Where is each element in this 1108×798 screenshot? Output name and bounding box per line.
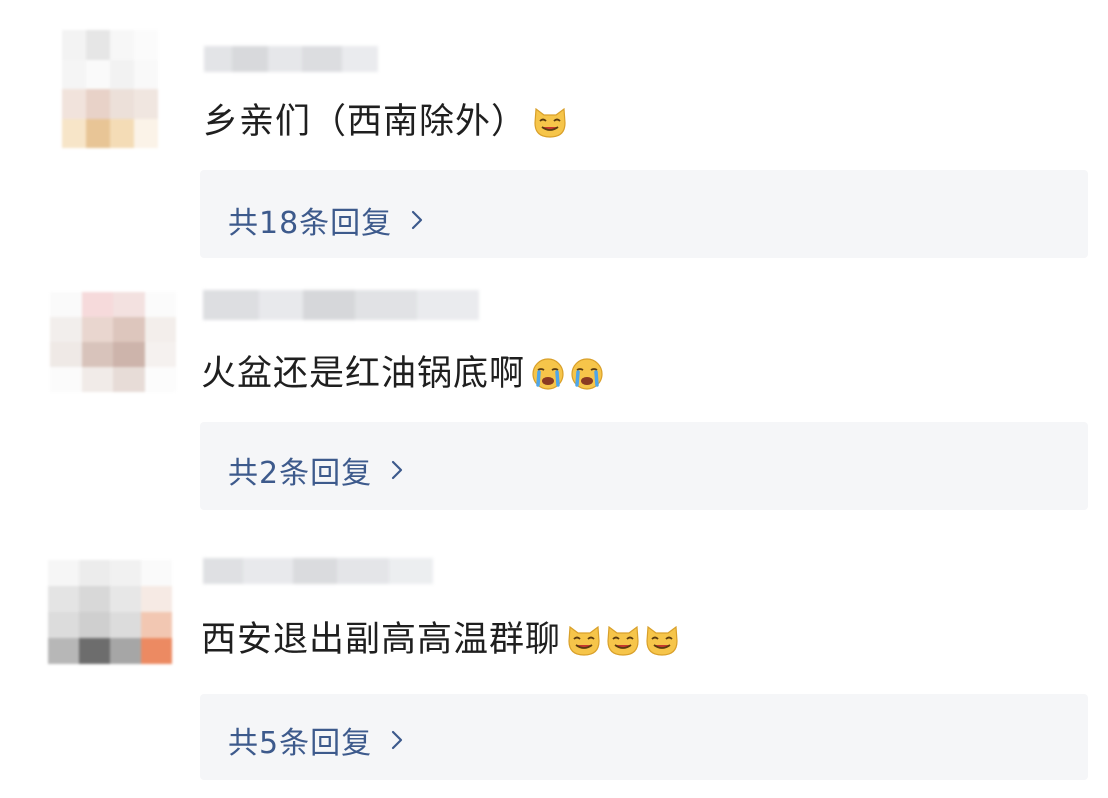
reply-box: 共2条回复: [200, 422, 1088, 510]
comment-item: 火盆还是红油锅底啊 共2条回复: [0, 270, 1108, 520]
cry-emoji: [529, 355, 567, 393]
chevron-right-icon: [410, 208, 424, 232]
username[interactable]: [204, 46, 378, 72]
reply-count-label: 共18条回复: [228, 206, 393, 241]
reply-count-label: 共5条回复: [228, 726, 373, 761]
username[interactable]: [203, 558, 433, 584]
reply-count-label: 共2条回复: [228, 456, 373, 491]
comment-text: 乡亲们（西南除外）: [203, 100, 570, 144]
avatar[interactable]: [50, 292, 176, 392]
comment-text: 西安退出副高高温群聊: [201, 618, 682, 662]
comment-body: 火盆还是红油锅底啊: [201, 354, 526, 394]
cat-grin-emoji: [565, 621, 603, 659]
comment-body: 乡亲们（西南除外）: [203, 102, 528, 142]
view-replies-link[interactable]: 共5条回复: [228, 718, 404, 762]
cat-grin-emoji: [531, 103, 569, 141]
view-replies-link[interactable]: 共2条回复: [228, 448, 404, 492]
emoji-group: [529, 355, 607, 393]
chevron-right-icon: [390, 728, 404, 752]
comment-item: 乡亲们（西南除外） 共18条回复: [0, 0, 1108, 270]
cat-grin-emoji: [604, 621, 642, 659]
reply-box: 共18条回复: [200, 170, 1088, 258]
avatar[interactable]: [62, 30, 158, 148]
comment-item: 西安退出副高高温群聊 共5条回复: [0, 530, 1108, 790]
cry-emoji: [568, 355, 606, 393]
reply-box: 共5条回复: [200, 694, 1088, 780]
comment-text: 火盆还是红油锅底啊: [201, 352, 607, 396]
view-replies-link[interactable]: 共18条回复: [228, 198, 424, 242]
username[interactable]: [203, 290, 479, 320]
emoji-group: [565, 621, 682, 659]
avatar[interactable]: [48, 560, 172, 664]
cat-grin-emoji: [643, 621, 681, 659]
emoji-group: [531, 103, 570, 141]
chevron-right-icon: [390, 458, 404, 482]
comment-body: 西安退出副高高温群聊: [201, 620, 562, 660]
